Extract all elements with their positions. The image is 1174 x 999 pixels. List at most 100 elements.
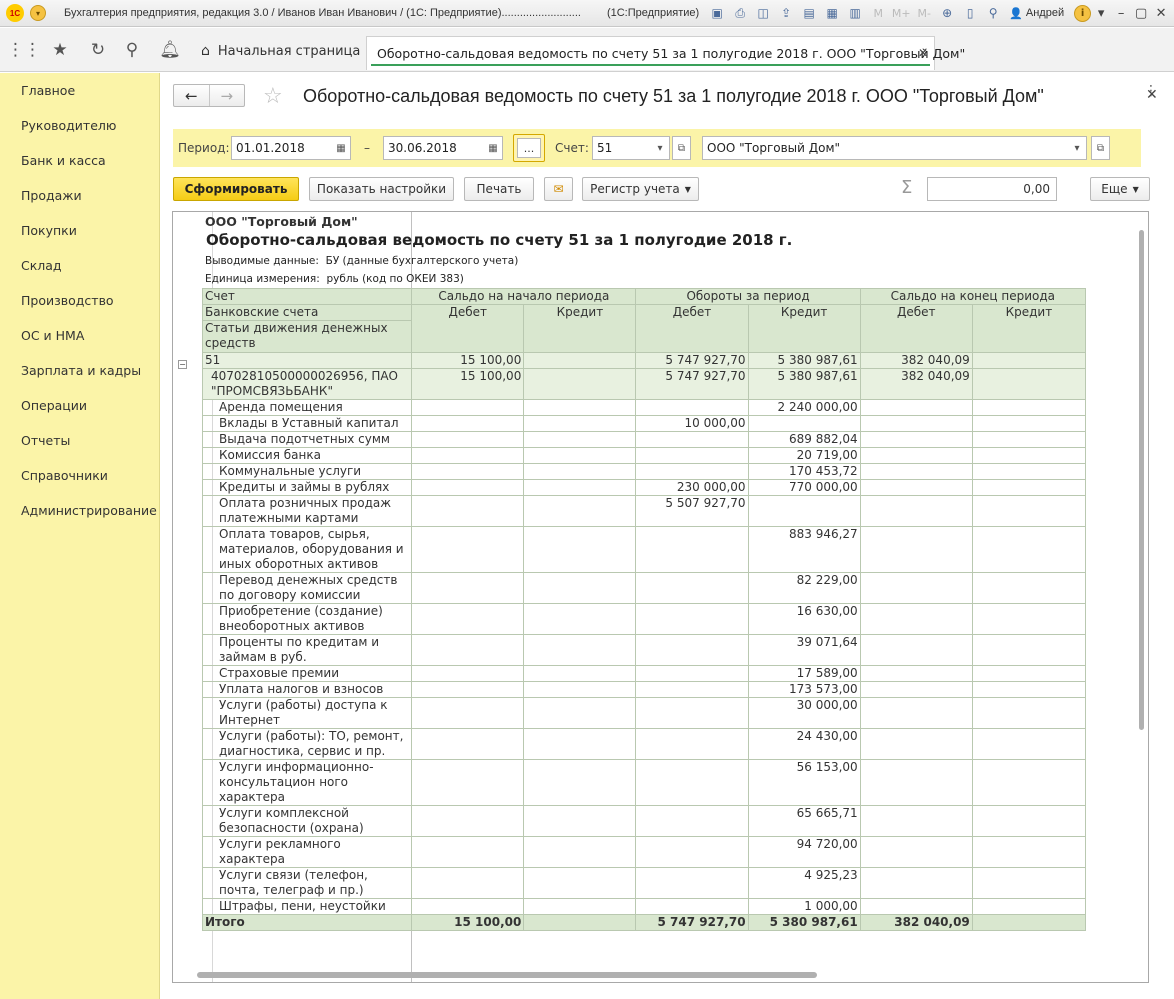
cash-flow-row[interactable]: Кредиты и займы в рублях 230 000,00 770 00… (201, 479, 1087, 496)
close-window-button[interactable]: ✕ (1151, 6, 1171, 21)
report-spreadsheet[interactable]: ООО "Торговый Дом" Оборотно-сальдовая ве… (172, 211, 1149, 983)
collapse-group-icon[interactable]: − (178, 360, 187, 369)
section-navbar: ⋮⋮ ★ ↻ ⚲ 🔔︎ ⌂ Начальная страница Оборотн… (0, 28, 1174, 72)
close-tab-icon[interactable]: ✕ (918, 46, 928, 60)
sidebar-item-production[interactable]: Производство (21, 293, 114, 308)
cash-flow-row[interactable]: Услуги комплексной безопасности (охрана)… (201, 805, 1087, 837)
sum-field: 0,00 (927, 177, 1057, 201)
account-open-icon[interactable]: ⧉ (672, 136, 691, 160)
tab-report-label: Оборотно-сальдовая ведомость по счету 51… (377, 46, 966, 61)
export-icon[interactable]: ⇪ (778, 5, 794, 21)
cash-flow-row[interactable]: Услуги рекламного характера 94 720,00 (201, 836, 1087, 868)
window-app-name: (1С:Предприятие) (606, 7, 700, 19)
tab-home[interactable]: ⌂ Начальная страница (193, 36, 368, 66)
search-icon[interactable]: ⚲ (120, 38, 144, 62)
period-select-button[interactable]: ... (513, 134, 545, 162)
cash-flow-row[interactable]: Страховые премии 17 589,00 (201, 665, 1087, 682)
bank-account-row[interactable]: 40702810500000026956, ПАО "ПРОМСВЯЗЬБАНК… (201, 368, 1087, 400)
cash-flow-row[interactable]: Оплата розничных продаж платежными карта… (201, 495, 1087, 527)
calendar-icon[interactable]: ▥ (847, 5, 863, 21)
sidebar-item-reports[interactable]: Отчеты (21, 433, 70, 448)
sidebar-item-warehouse[interactable]: Склад (21, 258, 62, 273)
cash-flow-row[interactable]: Приобретение (создание) внеоборотных акт… (201, 603, 1087, 635)
sidebar-item-operations[interactable]: Операции (21, 398, 87, 413)
favorites-star-icon[interactable]: ★ (48, 38, 72, 62)
user-menu[interactable]: 👤 Андрей (1009, 7, 1064, 20)
organization-open-icon[interactable]: ⧉ (1091, 136, 1110, 160)
show-settings-button[interactable]: Показать настройки (309, 177, 454, 201)
main-menu-button[interactable]: ▾ (30, 5, 46, 21)
cash-flow-row[interactable]: Уплата налогов и взносов 173 573,00 (201, 681, 1087, 698)
sidebar-item-payroll[interactable]: Зарплата и кадры (21, 363, 141, 378)
cash-flow-row[interactable]: Услуги информационно-консультацион ного … (201, 759, 1087, 806)
cash-flow-row[interactable]: Услуги (работы) доступа к Интернет 30 000… (201, 697, 1087, 729)
cash-flow-row[interactable]: Комиссия банка 20 719,00 (201, 447, 1087, 464)
maximize-button[interactable]: ▢ (1131, 6, 1151, 21)
print-button[interactable]: Печать (464, 177, 534, 201)
cash-flow-row[interactable]: Аренда помещения 2 240 000,00 (201, 399, 1087, 416)
horizontal-scrollbar[interactable] (179, 968, 1129, 980)
cash-flow-row[interactable]: Перевод денежных средств по договору ком… (201, 572, 1087, 604)
tab-report[interactable]: Оборотно-сальдовая ведомость по счету 51… (366, 36, 965, 70)
cash-flow-row[interactable]: Вклады в Уставный капитал 10 000,00 (201, 415, 1087, 432)
register-label: Регистр учета (590, 182, 680, 196)
minimize-button[interactable]: – (1111, 6, 1131, 21)
date-to-input[interactable]: 30.06.2018 (383, 136, 485, 160)
sidebar-item-sales[interactable]: Продажи (21, 188, 82, 203)
header-row: Банковские счета Дебет Кредит Дебет Кред… (201, 304, 1087, 353)
dropdown-icon[interactable]: ▾ (1091, 6, 1111, 21)
sidebar-item-administration[interactable]: Администрирование (21, 503, 157, 518)
save-icon[interactable]: ▣ (709, 5, 725, 21)
memory-minus-button[interactable]: M- (916, 5, 932, 21)
header-closing: Сальдо на конец периода (859, 288, 1087, 305)
favorite-star-icon[interactable]: ☆ (263, 84, 283, 109)
organization-dropdown-icon[interactable]: ▾ (1068, 136, 1087, 160)
forward-arrow-icon[interactable]: → (208, 85, 245, 106)
sidebar-item-directories[interactable]: Справочники (21, 468, 108, 483)
generate-button[interactable]: Сформировать (173, 177, 299, 201)
vertical-scrollbar[interactable] (1136, 220, 1148, 975)
info-icon[interactable]: i (1074, 4, 1092, 22)
calendar-to-icon[interactable]: ▦ (484, 136, 503, 160)
sidebar-item-purchases[interactable]: Покупки (21, 223, 77, 238)
memory-plus-button[interactable]: M+ (892, 5, 911, 21)
chevron-down-icon: ▼ (1132, 184, 1139, 194)
send-email-icon[interactable]: ✉ (544, 177, 573, 201)
sidebar-item-fixed-assets[interactable]: ОС и НМА (21, 328, 84, 343)
cash-flow-row[interactable]: Коммунальные услуги 170 453,72 (201, 463, 1087, 480)
panel-icon[interactable]: ▯ (962, 5, 978, 21)
accounting-register-button[interactable]: Регистр учета ▼ (582, 177, 699, 201)
preview-icon[interactable]: ◫ (755, 5, 771, 21)
close-form-icon[interactable]: ✕ (1146, 87, 1158, 103)
memory-m-button[interactable]: M (870, 5, 886, 21)
document-icon[interactable]: ▤ (801, 5, 817, 21)
apps-grid-icon[interactable]: ⋮⋮ (7, 38, 41, 62)
account-dropdown-icon[interactable]: ▾ (651, 136, 670, 160)
sidebar-item-bank-cash[interactable]: Банк и касса (21, 153, 106, 168)
print-icon[interactable]: ⎙ (732, 5, 748, 21)
filter-panel: Период: 01.01.2018 ▦ – 30.06.2018 ▦ ... … (173, 129, 1141, 167)
vertical-scroll-thumb[interactable] (1139, 230, 1144, 730)
wrench-icon[interactable]: ⚲ (985, 5, 1001, 21)
notifications-bell-icon[interactable]: 🔔︎ (158, 38, 182, 62)
zoom-icon[interactable]: ⊕ (939, 5, 955, 21)
account-input[interactable]: 51 (592, 136, 652, 160)
sidebar-item-main[interactable]: Главное (21, 83, 75, 98)
horizontal-scroll-thumb[interactable] (197, 972, 817, 978)
table-icon[interactable]: ▦ (824, 5, 840, 21)
date-from-input[interactable]: 01.01.2018 (231, 136, 333, 160)
cash-flow-row[interactable]: Проценты по кредитам и займам в руб. 39 0… (201, 634, 1087, 666)
back-arrow-icon[interactable]: ← (174, 85, 209, 106)
account-row[interactable]: 51 15 100,00 5 747 927,70 5 380 987,61 3… (201, 352, 1087, 369)
cash-flow-row[interactable]: Оплата товаров, сырья, материалов, обору… (201, 526, 1087, 573)
cash-flow-row[interactable]: Услуги (работы): ТО, ремонт, диагностика… (201, 728, 1087, 760)
cash-flow-row[interactable]: Выдача подотчетных сумм 689 882,04 (201, 431, 1087, 448)
cash-flow-row[interactable]: Штрафы, пени, неустойки 1 000,00 (201, 898, 1087, 915)
more-button[interactable]: Еще ▼ (1090, 177, 1150, 201)
period-label: Период: (178, 141, 230, 155)
cash-flow-row[interactable]: Услуги связи (телефон, почта, телеграф и… (201, 867, 1087, 899)
sidebar-item-manager[interactable]: Руководителю (21, 118, 116, 133)
history-icon[interactable]: ↻ (86, 38, 110, 62)
calendar-from-icon[interactable]: ▦ (332, 136, 351, 160)
organization-input[interactable]: ООО "Торговый Дом" (702, 136, 1069, 160)
